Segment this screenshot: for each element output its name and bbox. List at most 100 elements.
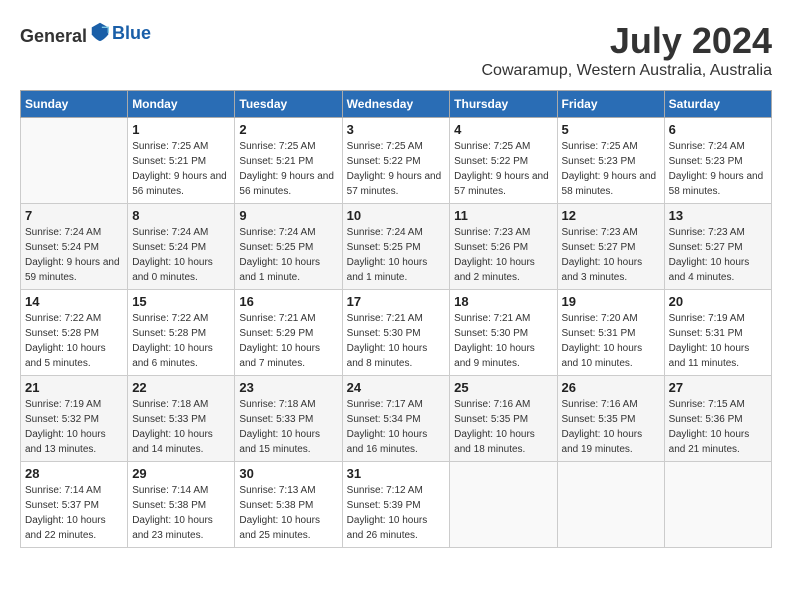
day-info: Sunrise: 7:14 AMSunset: 5:38 PMDaylight:… bbox=[132, 483, 230, 543]
day-cell: 30 Sunrise: 7:13 AMSunset: 5:38 PMDayligh… bbox=[235, 462, 342, 548]
day-info: Sunrise: 7:24 AMSunset: 5:25 PMDaylight:… bbox=[347, 225, 446, 285]
day-number: 3 bbox=[347, 122, 446, 137]
day-cell: 4 Sunrise: 7:25 AMSunset: 5:22 PMDaylight… bbox=[450, 118, 557, 204]
day-info: Sunrise: 7:23 AMSunset: 5:27 PMDaylight:… bbox=[669, 225, 767, 285]
day-info: Sunrise: 7:23 AMSunset: 5:26 PMDaylight:… bbox=[454, 225, 552, 285]
day-cell: 25 Sunrise: 7:16 AMSunset: 5:35 PMDayligh… bbox=[450, 376, 557, 462]
day-info: Sunrise: 7:25 AMSunset: 5:21 PMDaylight:… bbox=[239, 139, 337, 199]
day-info: Sunrise: 7:22 AMSunset: 5:28 PMDaylight:… bbox=[132, 311, 230, 371]
day-info: Sunrise: 7:25 AMSunset: 5:21 PMDaylight:… bbox=[132, 139, 230, 199]
day-number: 2 bbox=[239, 122, 337, 137]
day-cell: 26 Sunrise: 7:16 AMSunset: 5:35 PMDayligh… bbox=[557, 376, 664, 462]
calendar-table: SundayMondayTuesdayWednesdayThursdayFrid… bbox=[20, 90, 772, 548]
day-info: Sunrise: 7:18 AMSunset: 5:33 PMDaylight:… bbox=[239, 397, 337, 457]
logo-text-general: General bbox=[20, 26, 87, 46]
day-cell: 17 Sunrise: 7:21 AMSunset: 5:30 PMDayligh… bbox=[342, 290, 450, 376]
day-info: Sunrise: 7:15 AMSunset: 5:36 PMDaylight:… bbox=[669, 397, 767, 457]
day-number: 4 bbox=[454, 122, 552, 137]
header-cell-sunday: Sunday bbox=[21, 91, 128, 118]
day-info: Sunrise: 7:25 AMSunset: 5:23 PMDaylight:… bbox=[562, 139, 660, 199]
week-row-1: 1 Sunrise: 7:25 AMSunset: 5:21 PMDaylight… bbox=[21, 118, 772, 204]
day-number: 21 bbox=[25, 380, 123, 395]
day-cell: 1 Sunrise: 7:25 AMSunset: 5:21 PMDaylight… bbox=[128, 118, 235, 204]
day-cell: 5 Sunrise: 7:25 AMSunset: 5:23 PMDaylight… bbox=[557, 118, 664, 204]
day-number: 31 bbox=[347, 466, 446, 481]
day-cell: 8 Sunrise: 7:24 AMSunset: 5:24 PMDaylight… bbox=[128, 204, 235, 290]
day-info: Sunrise: 7:21 AMSunset: 5:30 PMDaylight:… bbox=[454, 311, 552, 371]
day-cell: 27 Sunrise: 7:15 AMSunset: 5:36 PMDayligh… bbox=[664, 376, 771, 462]
header-cell-monday: Monday bbox=[128, 91, 235, 118]
day-number: 14 bbox=[25, 294, 123, 309]
day-cell bbox=[450, 462, 557, 548]
day-cell: 22 Sunrise: 7:18 AMSunset: 5:33 PMDayligh… bbox=[128, 376, 235, 462]
day-info: Sunrise: 7:19 AMSunset: 5:32 PMDaylight:… bbox=[25, 397, 123, 457]
day-cell: 28Sunrise: 7:14 AMSunset: 5:37 PMDayligh… bbox=[21, 462, 128, 548]
day-info: Sunrise: 7:17 AMSunset: 5:34 PMDaylight:… bbox=[347, 397, 446, 457]
day-number: 19 bbox=[562, 294, 660, 309]
header-cell-friday: Friday bbox=[557, 91, 664, 118]
day-cell: 11 Sunrise: 7:23 AMSunset: 5:26 PMDayligh… bbox=[450, 204, 557, 290]
week-row-5: 28Sunrise: 7:14 AMSunset: 5:37 PMDayligh… bbox=[21, 462, 772, 548]
day-info: Sunrise: 7:16 AMSunset: 5:35 PMDaylight:… bbox=[562, 397, 660, 457]
day-number: 27 bbox=[669, 380, 767, 395]
day-cell: 3 Sunrise: 7:25 AMSunset: 5:22 PMDaylight… bbox=[342, 118, 450, 204]
day-number: 9 bbox=[239, 208, 337, 223]
day-info: Sunrise: 7:21 AMSunset: 5:29 PMDaylight:… bbox=[239, 311, 337, 371]
month-title: July 2024 bbox=[482, 20, 773, 62]
day-cell: 29Sunrise: 7:14 AMSunset: 5:38 PMDayligh… bbox=[128, 462, 235, 548]
day-info: Sunrise: 7:24 AMSunset: 5:24 PMDaylight:… bbox=[132, 225, 230, 285]
week-row-3: 14 Sunrise: 7:22 AMSunset: 5:28 PMDayligh… bbox=[21, 290, 772, 376]
day-number: 6 bbox=[669, 122, 767, 137]
day-cell: 23 Sunrise: 7:18 AMSunset: 5:33 PMDayligh… bbox=[235, 376, 342, 462]
day-info: Sunrise: 7:24 AMSunset: 5:25 PMDaylight:… bbox=[239, 225, 337, 285]
logo: General Blue bbox=[20, 20, 151, 47]
day-number: 25 bbox=[454, 380, 552, 395]
day-info: Sunrise: 7:13 AMSunset: 5:38 PMDaylight:… bbox=[239, 483, 337, 543]
week-row-4: 21 Sunrise: 7:19 AMSunset: 5:32 PMDayligh… bbox=[21, 376, 772, 462]
day-info: Sunrise: 7:25 AMSunset: 5:22 PMDaylight:… bbox=[347, 139, 446, 199]
day-info: Sunrise: 7:12 AMSunset: 5:39 PMDaylight:… bbox=[347, 483, 446, 543]
title-area: July 2024 Cowaramup, Western Australia, … bbox=[482, 20, 773, 80]
day-cell: 2 Sunrise: 7:25 AMSunset: 5:21 PMDaylight… bbox=[235, 118, 342, 204]
location-title: Cowaramup, Western Australia, Australia bbox=[482, 62, 773, 80]
header-cell-wednesday: Wednesday bbox=[342, 91, 450, 118]
logo-general: General bbox=[20, 20, 111, 47]
day-info: Sunrise: 7:21 AMSunset: 5:30 PMDaylight:… bbox=[347, 311, 446, 371]
day-number: 5 bbox=[562, 122, 660, 137]
day-cell: 6 Sunrise: 7:24 AMSunset: 5:23 PMDaylight… bbox=[664, 118, 771, 204]
logo-text-blue: Blue bbox=[112, 23, 151, 44]
day-number: 17 bbox=[347, 294, 446, 309]
header-cell-tuesday: Tuesday bbox=[235, 91, 342, 118]
day-number: 22 bbox=[132, 380, 230, 395]
day-info: Sunrise: 7:16 AMSunset: 5:35 PMDaylight:… bbox=[454, 397, 552, 457]
day-cell: 21 Sunrise: 7:19 AMSunset: 5:32 PMDayligh… bbox=[21, 376, 128, 462]
day-info: Sunrise: 7:22 AMSunset: 5:28 PMDaylight:… bbox=[25, 311, 123, 371]
day-number: 18 bbox=[454, 294, 552, 309]
logo-icon bbox=[89, 20, 111, 42]
day-info: Sunrise: 7:19 AMSunset: 5:31 PMDaylight:… bbox=[669, 311, 767, 371]
day-cell: 14 Sunrise: 7:22 AMSunset: 5:28 PMDayligh… bbox=[21, 290, 128, 376]
day-number: 24 bbox=[347, 380, 446, 395]
day-number: 13 bbox=[669, 208, 767, 223]
day-number: 7 bbox=[25, 208, 123, 223]
day-cell: 9 Sunrise: 7:24 AMSunset: 5:25 PMDaylight… bbox=[235, 204, 342, 290]
day-info: Sunrise: 7:24 AMSunset: 5:23 PMDaylight:… bbox=[669, 139, 767, 199]
day-cell: 12Sunrise: 7:23 AMSunset: 5:27 PMDayligh… bbox=[557, 204, 664, 290]
day-cell: 31 Sunrise: 7:12 AMSunset: 5:39 PMDayligh… bbox=[342, 462, 450, 548]
day-cell: 18 Sunrise: 7:21 AMSunset: 5:30 PMDayligh… bbox=[450, 290, 557, 376]
day-number: 26 bbox=[562, 380, 660, 395]
day-info: Sunrise: 7:18 AMSunset: 5:33 PMDaylight:… bbox=[132, 397, 230, 457]
day-number: 30 bbox=[239, 466, 337, 481]
day-number: 23 bbox=[239, 380, 337, 395]
day-cell: 24 Sunrise: 7:17 AMSunset: 5:34 PMDayligh… bbox=[342, 376, 450, 462]
day-cell bbox=[21, 118, 128, 204]
day-number: 10 bbox=[347, 208, 446, 223]
day-number: 1 bbox=[132, 122, 230, 137]
day-info: Sunrise: 7:25 AMSunset: 5:22 PMDaylight:… bbox=[454, 139, 552, 199]
day-number: 28 bbox=[25, 466, 123, 481]
header-row: SundayMondayTuesdayWednesdayThursdayFrid… bbox=[21, 91, 772, 118]
day-cell bbox=[664, 462, 771, 548]
day-info: Sunrise: 7:20 AMSunset: 5:31 PMDaylight:… bbox=[562, 311, 660, 371]
day-number: 8 bbox=[132, 208, 230, 223]
day-number: 11 bbox=[454, 208, 552, 223]
